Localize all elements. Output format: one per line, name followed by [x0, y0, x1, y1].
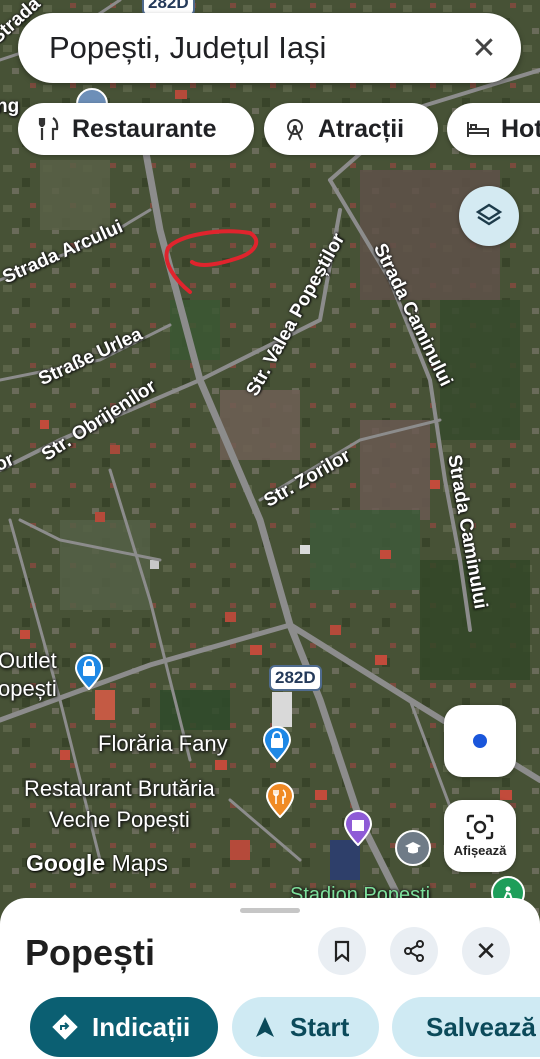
lens-camera-icon — [466, 814, 494, 840]
directions-label: Indicații — [92, 1011, 191, 1042]
my-location-button[interactable] — [444, 705, 516, 777]
shopping-bag-poi-icon-2[interactable] — [262, 726, 292, 762]
share-icon — [404, 940, 424, 962]
school-poi-icon[interactable] — [395, 830, 431, 866]
close-icon: ✕ — [475, 935, 497, 966]
place-label-outlet[interactable]: Outlet opești — [0, 647, 57, 703]
share-button[interactable] — [390, 927, 438, 975]
my-location-icon — [473, 734, 487, 748]
save-label: Salvează — [426, 1011, 536, 1042]
google-wordmark: Google — [26, 850, 106, 876]
chip-hoteluri[interactable]: Hot — [447, 103, 540, 155]
restaurant-name-line2: Veche Popești — [49, 807, 190, 832]
fork-knife-icon — [34, 114, 64, 144]
save-icon-button[interactable] — [318, 927, 366, 975]
maps-wordmark: Maps — [111, 850, 168, 876]
chip-atractii[interactable]: Atracții — [264, 103, 438, 155]
fork-knife-poi-icon[interactable] — [265, 782, 295, 818]
place-label-restaurant[interactable]: Restaurant Brutăria Veche Popești — [24, 773, 215, 835]
show-lens-button[interactable]: Afișează — [444, 800, 516, 872]
sheet-drag-handle[interactable] — [240, 908, 300, 913]
layers-button[interactable] — [459, 186, 519, 246]
street-label-left-partial: ng — [0, 96, 20, 117]
directions-icon — [52, 1014, 78, 1040]
chip-label-restaurante: Restaurante — [72, 114, 217, 143]
restaurant-name-line1: Restaurant Brutăria — [24, 776, 215, 801]
search-query[interactable]: Popești, Județul Iași — [49, 30, 467, 66]
save-button[interactable]: Salvează — [392, 997, 540, 1057]
place-title: Popești — [25, 932, 156, 973]
chip-label-atractii: Atracții — [318, 114, 405, 143]
search-bar[interactable]: Popești, Județul Iași ✕ — [18, 13, 521, 83]
show-lens-label: Afișează — [453, 843, 507, 858]
start-label: Start — [290, 1011, 350, 1042]
chip-label-hoteluri: Hot — [501, 114, 540, 143]
directions-button[interactable]: Indicații — [30, 997, 218, 1057]
place-label-floraria-fany[interactable]: Florăria Fany — [98, 731, 228, 757]
layers-icon — [475, 203, 503, 226]
shopping-bag-poi-icon[interactable] — [74, 654, 104, 690]
attraction-poi-icon[interactable] — [343, 810, 373, 846]
outlet-name-line1: Outlet — [0, 648, 57, 673]
chip-restaurante[interactable]: Restaurante — [18, 103, 254, 155]
close-sheet-button[interactable]: ✕ — [462, 927, 510, 975]
route-shield-282d: 282D — [269, 665, 322, 691]
bed-icon — [463, 114, 493, 144]
google-maps-logo: Google Maps — [26, 850, 168, 877]
clear-search-icon[interactable]: ✕ — [467, 31, 501, 66]
start-button[interactable]: Start — [232, 997, 379, 1057]
attractions-icon — [280, 114, 310, 144]
outlet-name-line2: opești — [0, 676, 57, 701]
bookmark-icon — [334, 940, 350, 962]
navigation-arrow-icon — [256, 1017, 274, 1037]
